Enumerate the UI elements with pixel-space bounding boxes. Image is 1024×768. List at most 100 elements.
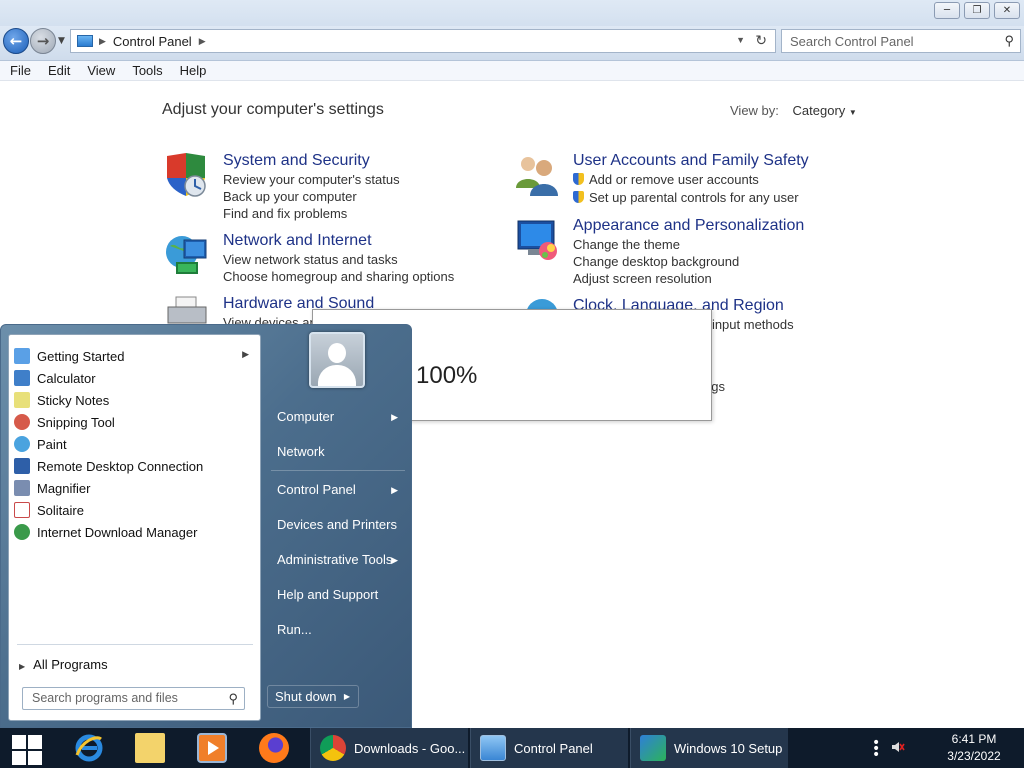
view-by-dropdown[interactable]: Category ▼ xyxy=(793,103,857,118)
recent-pages-dropdown[interactable]: ▼ xyxy=(58,36,65,46)
start-item-label: Administrative Tools xyxy=(277,552,393,567)
start-item-label: Help and Support xyxy=(277,587,379,602)
shut-down-button[interactable]: Shut down ▶ xyxy=(267,685,359,708)
chevron-right-icon[interactable]: ▶ xyxy=(242,349,249,360)
taskbar-app-label: Downloads - Goo... xyxy=(354,740,466,756)
program-idm[interactable]: Internet Download Manager xyxy=(14,521,255,543)
chevron-right-icon[interactable]: ▶ xyxy=(391,476,398,504)
taskbar-app-windows-setup[interactable]: Windows 10 Setup xyxy=(630,728,788,768)
program-snipping-tool[interactable]: Snipping Tool xyxy=(14,411,255,433)
search-icon[interactable]: ⚲ xyxy=(228,688,238,709)
back-button[interactable]: ← xyxy=(3,28,29,54)
windows-logo-pane xyxy=(12,751,26,765)
uac-shield-icon xyxy=(573,173,584,185)
breadcrumb-control-panel[interactable]: Control Panel xyxy=(113,34,192,49)
category-title-system-security[interactable]: System and Security xyxy=(223,152,370,170)
media-player-icon[interactable] xyxy=(197,733,227,763)
search-icon[interactable]: ⚲ xyxy=(1004,33,1014,49)
file-explorer-icon[interactable] xyxy=(135,733,165,763)
link-input-methods[interactable]: r input methods xyxy=(704,317,794,332)
program-paint[interactable]: Paint xyxy=(14,433,255,455)
start-item-run[interactable]: Run... xyxy=(269,616,407,644)
taskbar-app-control-panel[interactable]: Control Panel xyxy=(470,728,628,768)
link-review-status[interactable]: Review your computer's status xyxy=(223,172,400,187)
link-parental-controls[interactable]: Set up parental controls for any user xyxy=(573,190,799,205)
paint-icon xyxy=(14,436,30,452)
user-avatar[interactable] xyxy=(309,332,365,388)
minimize-button[interactable]: ─ xyxy=(934,2,960,19)
link-desktop-background[interactable]: Change desktop background xyxy=(573,254,739,269)
navigation-bar: ← → ▼ ▶ Control Panel ▶ ▼ ↻ Search Contr… xyxy=(0,26,1024,61)
forward-button[interactable]: → xyxy=(30,28,56,54)
shut-down-label: Shut down xyxy=(275,689,337,704)
chevron-right-icon[interactable]: ▶ xyxy=(391,403,398,431)
breadcrumb-separator-icon[interactable]: ▶ xyxy=(99,36,106,47)
start-menu-programs-pane: Getting Started ▶ Calculator Sticky Note… xyxy=(8,334,261,721)
program-label: Sticky Notes xyxy=(37,392,110,408)
taskbar-app-chrome[interactable]: Downloads - Goo... xyxy=(310,728,468,768)
start-search-input[interactable]: Search programs and files ⚲ xyxy=(22,687,245,710)
tray-overflow-icon[interactable]: • • • xyxy=(872,736,880,762)
system-clock[interactable]: 6:41 PM 3/23/2022 xyxy=(934,731,1014,765)
breadcrumb-chevron-icon[interactable]: ▶ xyxy=(199,36,206,47)
chevron-down-icon[interactable]: ▼ xyxy=(849,108,857,117)
start-search-placeholder: Search programs and files xyxy=(32,691,178,705)
link-find-fix[interactable]: Find and fix problems xyxy=(223,206,347,221)
link-network-status[interactable]: View network status and tasks xyxy=(223,252,398,267)
menu-help[interactable]: Help xyxy=(170,61,214,80)
link-screen-resolution[interactable]: Adjust screen resolution xyxy=(573,271,712,286)
start-item-admin-tools[interactable]: Administrative Tools ▶ xyxy=(269,546,407,574)
program-calculator[interactable]: Calculator xyxy=(14,367,255,389)
program-label: Paint xyxy=(37,436,67,452)
volume-muted-icon[interactable] xyxy=(891,741,905,753)
link-back-up[interactable]: Back up your computer xyxy=(223,189,357,204)
program-getting-started[interactable]: Getting Started ▶ xyxy=(14,345,255,367)
category-title-appearance[interactable]: Appearance and Personalization xyxy=(573,217,804,235)
address-bar[interactable]: ▶ Control Panel ▶ ▼ ↻ xyxy=(70,29,776,53)
link-parental-controls-label[interactable]: Set up parental controls for any user xyxy=(589,190,799,205)
firefox-icon[interactable] xyxy=(259,733,289,763)
internet-explorer-icon[interactable] xyxy=(74,733,104,763)
program-label: Remote Desktop Connection xyxy=(37,458,204,474)
program-solitaire[interactable]: Solitaire xyxy=(14,499,255,521)
menu-tools[interactable]: Tools xyxy=(122,61,169,80)
start-item-devices-printers[interactable]: Devices and Printers xyxy=(269,511,407,539)
category-title-user-accounts[interactable]: User Accounts and Family Safety xyxy=(573,152,809,170)
link-homegroup[interactable]: Choose homegroup and sharing options xyxy=(223,269,454,284)
refresh-icon[interactable]: ↻ xyxy=(755,32,767,49)
address-history-dropdown[interactable]: ▼ xyxy=(736,35,745,45)
start-item-help-support[interactable]: Help and Support xyxy=(269,581,407,609)
link-add-remove-users[interactable]: Add or remove user accounts xyxy=(573,172,759,187)
program-remote-desktop[interactable]: Remote Desktop Connection xyxy=(14,455,255,477)
close-button[interactable]: ✕ xyxy=(994,2,1020,19)
program-label: Getting Started xyxy=(37,348,125,364)
start-item-computer[interactable]: Computer ▶ xyxy=(269,403,407,431)
search-control-panel-input[interactable]: Search Control Panel ⚲ xyxy=(781,29,1021,53)
view-by: View by: Category ▼ xyxy=(730,103,857,118)
network-globe-icon[interactable] xyxy=(164,232,210,278)
users-icon[interactable] xyxy=(514,152,560,198)
category-title-network-internet[interactable]: Network and Internet xyxy=(223,232,372,250)
security-shield-icon[interactable] xyxy=(164,152,210,198)
program-label: Internet Download Manager xyxy=(37,524,198,540)
menu-file[interactable]: File xyxy=(0,61,38,80)
control-panel-icon xyxy=(480,735,506,761)
appearance-monitor-icon[interactable] xyxy=(514,217,560,263)
menu-edit[interactable]: Edit xyxy=(38,61,77,80)
menu-view[interactable]: View xyxy=(77,61,122,80)
start-item-network[interactable]: Network xyxy=(269,438,407,466)
program-label: Calculator xyxy=(37,370,96,386)
start-item-label: Control Panel xyxy=(277,482,356,497)
link-add-remove-users-label[interactable]: Add or remove user accounts xyxy=(589,172,759,187)
chevron-right-icon: ▶ xyxy=(19,662,26,671)
start-button[interactable] xyxy=(6,732,46,766)
link-change-theme[interactable]: Change the theme xyxy=(573,237,680,252)
restore-button[interactable]: ❐ xyxy=(964,2,990,19)
program-sticky-notes[interactable]: Sticky Notes xyxy=(14,389,255,411)
all-programs-button[interactable]: ▶ All Programs xyxy=(19,657,108,672)
start-item-control-panel[interactable]: Control Panel ▶ xyxy=(269,476,407,504)
chevron-right-icon[interactable]: ▶ xyxy=(344,686,350,707)
view-by-value[interactable]: Category xyxy=(793,103,846,118)
chevron-right-icon[interactable]: ▶ xyxy=(391,546,398,574)
program-magnifier[interactable]: Magnifier xyxy=(14,477,255,499)
